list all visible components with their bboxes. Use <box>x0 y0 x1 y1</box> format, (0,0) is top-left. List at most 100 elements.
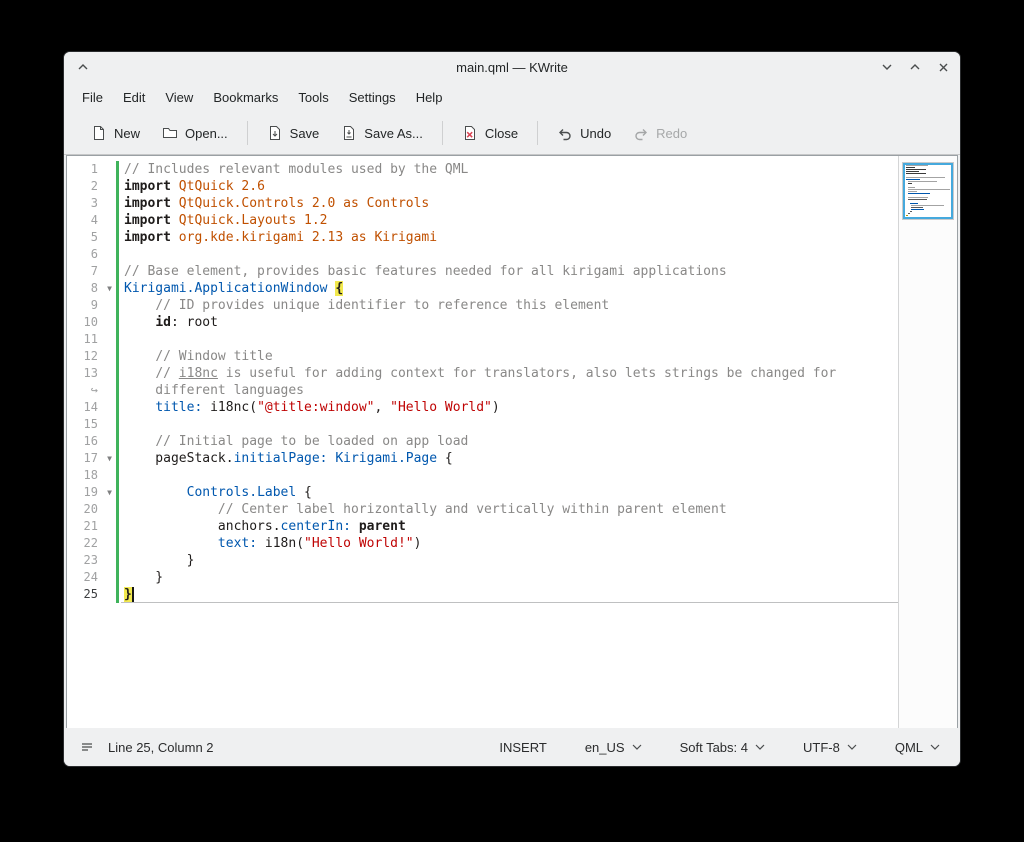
minimap-line <box>906 173 926 174</box>
code-token <box>124 298 155 313</box>
code-line[interactable]: 5import org.kde.kirigami 2.13 as Kirigam… <box>67 229 898 246</box>
save-button-label: Save <box>290 126 320 141</box>
close-document-button[interactable]: Close <box>451 118 529 148</box>
minimap-line <box>906 167 915 168</box>
redo-icon <box>633 125 649 141</box>
line-number: 13 <box>67 365 103 382</box>
menu-help[interactable]: Help <box>406 86 453 109</box>
new-document-icon <box>91 125 107 141</box>
code-line[interactable]: 6 <box>67 246 898 263</box>
code-token: is useful for adding context for transla… <box>218 366 836 381</box>
fold-marker[interactable]: ▼ <box>103 484 116 501</box>
fold-marker[interactable]: ▼ <box>103 450 116 467</box>
menu-file[interactable]: File <box>72 86 113 109</box>
fold-marker[interactable]: ▼ <box>103 280 116 297</box>
code-line[interactable]: 16 // Initial page to be loaded on app l… <box>67 433 898 450</box>
fold-column <box>103 263 116 280</box>
minimap-line <box>908 193 930 194</box>
save-button[interactable]: Save <box>256 118 331 148</box>
minimap-line <box>906 175 908 176</box>
code-token: } <box>124 587 132 602</box>
line-number: 4 <box>67 212 103 229</box>
dictionary-selector[interactable]: en_US <box>581 737 646 758</box>
code-token <box>124 349 155 364</box>
code-line[interactable]: 22 text: i18n("Hello World!") <box>67 535 898 552</box>
code-line[interactable]: 2 import QtQuick 2.6 <box>67 178 898 195</box>
code-token: title: <box>155 400 202 415</box>
new-button[interactable]: New <box>80 118 151 148</box>
statusbar-menu-icon[interactable] <box>80 740 94 754</box>
code-line[interactable]: 7// Base element, provides basic feature… <box>67 263 898 280</box>
close-document-icon <box>462 125 478 141</box>
code-line[interactable]: 19▼ Controls.Label { <box>67 484 898 501</box>
code-line[interactable]: 23 } <box>67 552 898 569</box>
titlebar[interactable]: main.qml — KWrite <box>64 52 960 82</box>
fold-column <box>103 467 116 484</box>
code-text: // ID provides unique identifier to refe… <box>121 297 898 314</box>
line-column-indicator[interactable]: Line 25, Column 2 <box>108 740 214 755</box>
line-number: 12 <box>67 348 103 365</box>
code-token <box>124 315 155 330</box>
code-token: i18nc( <box>202 400 257 415</box>
code-line[interactable]: ↪ different languages <box>67 382 898 399</box>
code-line[interactable]: 8▼Kirigami.ApplicationWindow { <box>67 280 898 297</box>
menu-edit[interactable]: Edit <box>113 86 155 109</box>
encoding-selector[interactable]: UTF-8 <box>799 737 861 758</box>
menu-bookmarks[interactable]: Bookmarks <box>203 86 288 109</box>
undo-button[interactable]: Undo <box>546 118 622 148</box>
code-text: import QtQuick 2.6 <box>121 178 898 195</box>
code-line[interactable]: 17▼ pageStack.initialPage: Kirigami.Page… <box>67 450 898 467</box>
scrollbar-track[interactable] <box>898 156 957 728</box>
menu-settings[interactable]: Settings <box>339 86 406 109</box>
menu-tools[interactable]: Tools <box>288 86 338 109</box>
syntax-mode-selector[interactable]: QML <box>891 737 944 758</box>
chevron-down-icon <box>847 744 857 750</box>
fold-column <box>103 348 116 365</box>
code-line[interactable]: 21 anchors.centerIn: parent <box>67 518 898 535</box>
minimap-line <box>908 213 910 214</box>
code-line[interactable]: 18 <box>67 467 898 484</box>
minimap-line <box>906 177 945 178</box>
code-line[interactable]: 15 <box>67 416 898 433</box>
fold-column <box>103 314 116 331</box>
code-line[interactable]: 9 // ID provides unique identifier to re… <box>67 297 898 314</box>
code-line[interactable]: 11 <box>67 331 898 348</box>
code-line[interactable]: 13 // i18nc is useful for adding context… <box>67 365 898 382</box>
modified-line-indicator <box>116 382 119 399</box>
code-token: // Center label horizontally and vertica… <box>218 502 727 517</box>
minimap-line <box>911 207 923 208</box>
minimap-line <box>910 203 918 204</box>
code-token <box>124 366 155 381</box>
save-as-button[interactable]: Save As... <box>330 118 434 148</box>
code-line[interactable]: 12 // Window title <box>67 348 898 365</box>
line-number: 2 <box>67 178 103 195</box>
code-line[interactable]: 14 title: i18nc("@title:window", "Hello … <box>67 399 898 416</box>
minimap-line <box>908 183 912 184</box>
code-line[interactable]: 1// Includes relevant modules used by th… <box>67 161 898 178</box>
modified-line-indicator <box>116 314 119 331</box>
minimap[interactable] <box>902 162 954 220</box>
code-text: // Base element, provides basic features… <box>121 263 898 280</box>
code-line[interactable]: 4import QtQuick.Layouts 1.2 <box>67 212 898 229</box>
redo-button[interactable]: Redo <box>622 118 698 148</box>
maximize-button[interactable] <box>908 60 922 74</box>
code-token: ) <box>414 536 422 551</box>
code-token: QtQuick.Controls 2.0 as Controls <box>179 196 429 211</box>
close-button[interactable] <box>936 60 950 74</box>
code-text: // Center label horizontally and vertica… <box>121 501 898 518</box>
fold-column <box>103 161 116 178</box>
menu-view[interactable]: View <box>155 86 203 109</box>
code-line[interactable]: 10 id: root <box>67 314 898 331</box>
input-mode-indicator[interactable]: INSERT <box>495 737 550 758</box>
chevron-down-icon <box>881 62 893 72</box>
line-number: 23 <box>67 552 103 569</box>
minimize-button[interactable] <box>880 60 894 74</box>
open-button[interactable]: Open... <box>151 118 239 148</box>
tab-mode-selector[interactable]: Soft Tabs: 4 <box>676 737 769 758</box>
code-line[interactable]: 25} <box>67 586 898 603</box>
modified-line-indicator <box>116 450 119 467</box>
code-line[interactable]: 20 // Center label horizontally and vert… <box>67 501 898 518</box>
code-line[interactable]: 3import QtQuick.Controls 2.0 as Controls <box>67 195 898 212</box>
code-rows[interactable]: 1// Includes relevant modules used by th… <box>67 156 898 728</box>
code-line[interactable]: 24 } <box>67 569 898 586</box>
